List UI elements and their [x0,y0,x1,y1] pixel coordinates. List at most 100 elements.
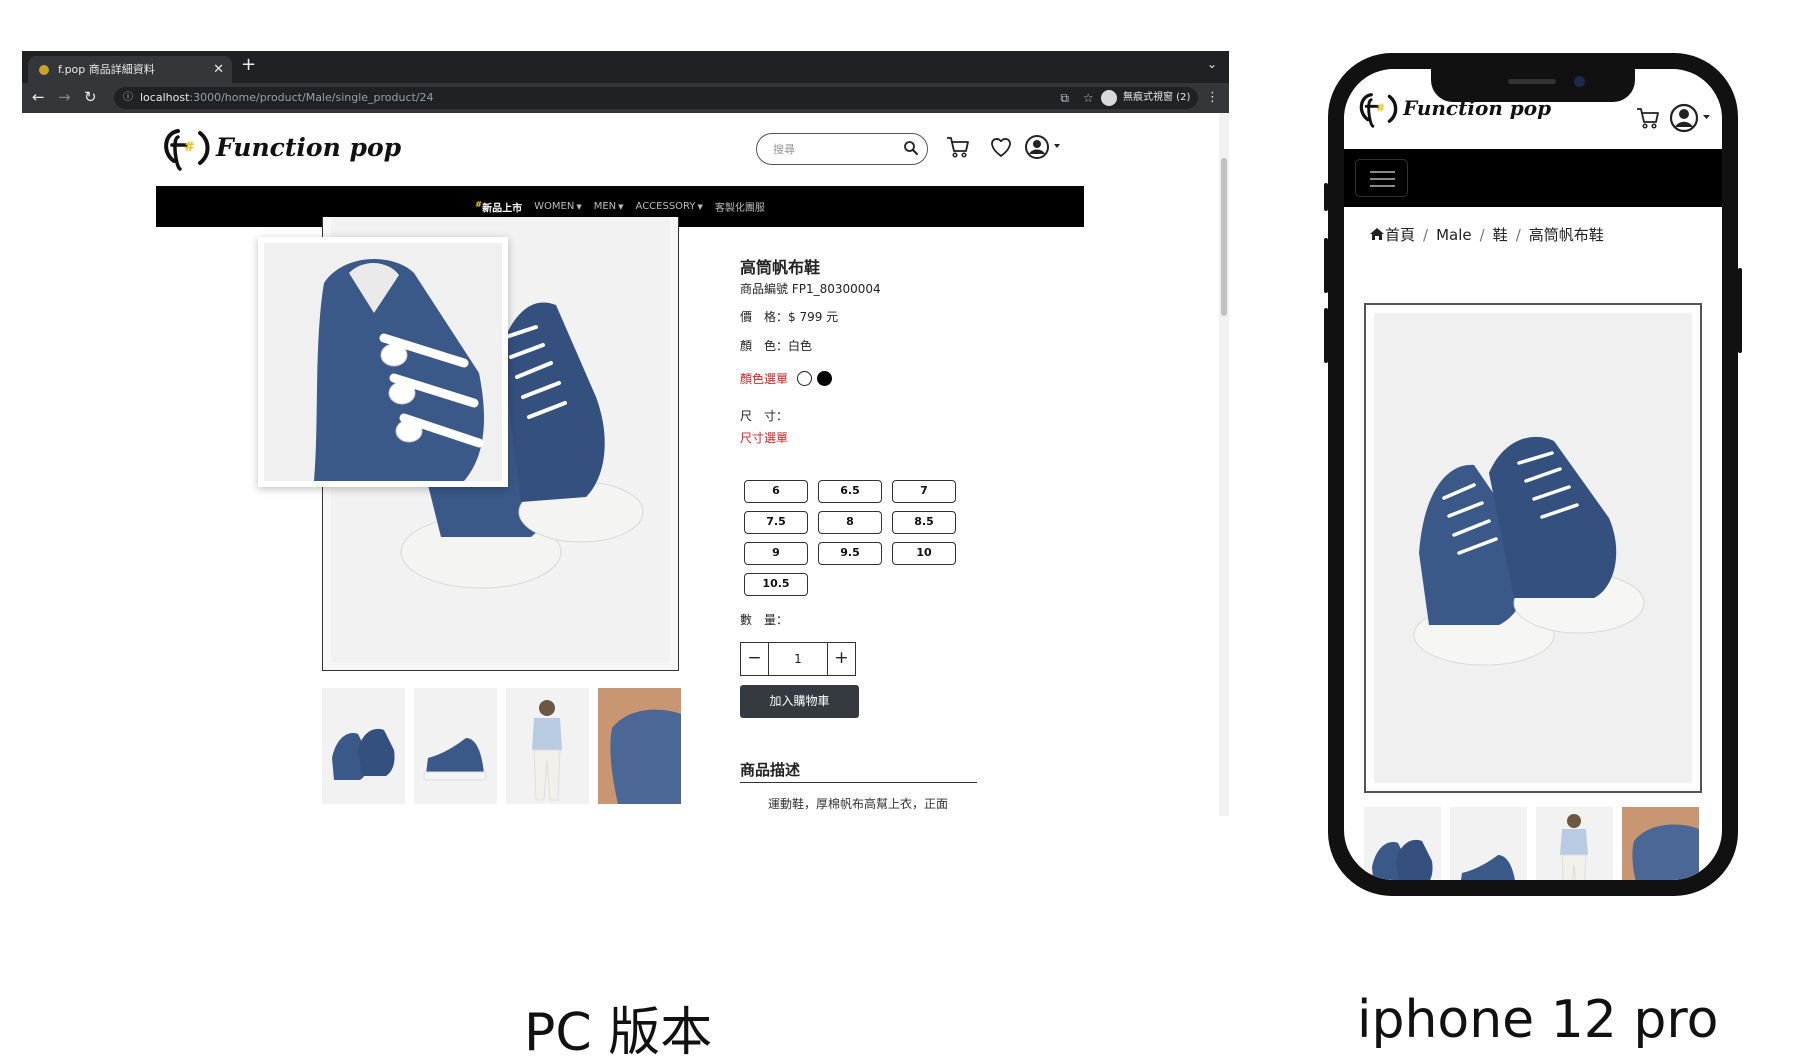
svg-text:#: # [184,140,195,155]
nav-women[interactable]: WOMEN ▼ [534,201,582,212]
product-title: 高筒帆布鞋 [740,258,821,277]
swatch-white[interactable] [796,371,812,386]
size-button[interactable]: 6.5 [818,480,882,503]
caret-down-icon: ▼ [576,203,582,211]
thumbnail-4[interactable] [598,688,681,804]
mobile-product-thumbnails [1364,807,1699,880]
thumbnail-image [532,700,562,801]
nav-men-label: MEN [593,201,617,212]
thumbnail-2[interactable] [414,688,497,804]
breadcrumb-item-male[interactable]: Male [1436,226,1472,244]
swatch-black[interactable] [816,371,832,386]
tab-title: f.pop 商品詳細資料 [58,63,155,76]
zoomed-photo [264,243,502,481]
nav-custom-uniform[interactable]: 客製化團服 [715,199,765,214]
nav-new-arrivals[interactable]: #新品上市 [475,199,522,214]
heart-icon[interactable] [988,134,1014,160]
product-code: 商品編號 FP1_80300004 [740,282,881,296]
mobile-thumbnail-3[interactable] [1536,807,1613,880]
quantity-label: 數 量： [740,613,789,627]
breadcrumb-separator: / [1423,225,1429,244]
decrement-button[interactable]: − [741,643,768,675]
color-select-row: 顏色選單 [740,370,832,387]
thumbnail-image [1372,839,1433,880]
size-button[interactable]: 6 [744,480,808,503]
hamburger-menu-button[interactable] [1355,159,1408,197]
color-select-label: 顏色選單 [740,372,789,386]
site-info-icon[interactable]: ⓘ [123,87,133,109]
size-button[interactable]: 9.5 [818,542,882,565]
translate-icon[interactable]: ⧉ [1060,87,1069,109]
thumbnail-image [423,738,487,781]
bookmark-star-icon[interactable]: ☆ [1083,87,1094,109]
mobile-thumbnail-4[interactable] [1622,807,1699,880]
breadcrumb-separator: / [1515,225,1521,244]
caption-pc: PC 版本 [524,1003,713,1063]
caret-down-icon: ▼ [618,203,624,211]
scroll-thumb[interactable] [1221,158,1227,316]
breadcrumb-home[interactable]: 首頁 [1369,224,1415,245]
caret-down-icon: ▼ [697,203,703,211]
iphone-mockup: # Function pop 首頁 / Male / 鞋 / 高筒帆布鞋 [1324,53,1742,896]
sneaker-zoom-image [314,259,484,481]
web-page: # Function pop 搜尋 #新品上市 WOMEN ▼ MEN ▼ AC… [22,113,1229,816]
url-path: :3000/home/product/Male/single_product/2… [189,91,434,104]
quantity-input[interactable]: 1 [768,643,828,675]
mobile-thumbnail-1[interactable] [1364,807,1441,880]
favicon-icon [39,65,49,75]
size-button[interactable]: 9 [744,542,808,565]
add-to-cart-button[interactable]: 加入購物車 [740,685,859,718]
size-label: 尺 寸： [740,409,789,423]
increment-button[interactable]: + [828,643,855,675]
size-button[interactable]: 8 [818,511,882,534]
page-scrollbar[interactable] [1219,113,1229,816]
logo-text: Function pop [216,132,402,162]
search-icon[interactable] [903,140,919,156]
site-logo[interactable]: # Function pop [156,123,401,171]
browser-menu-icon[interactable]: ⋮ [1206,90,1219,105]
sneaker-pair-image [1413,436,1645,666]
phone-power-button [1738,268,1742,353]
close-tab-icon[interactable]: ✕ [213,56,224,83]
nav-accessory-label: ACCESSORY [635,201,696,212]
nav-men[interactable]: MEN ▼ [594,201,624,212]
size-button[interactable]: 7 [892,480,956,503]
browser-tab[interactable]: f.pop 商品詳細資料 ✕ [28,56,232,83]
description-text: 運動鞋，厚棉帆布高幫上衣，正面 [768,797,949,811]
reload-icon[interactable]: ↻ [84,88,97,106]
size-button[interactable]: 10.5 [744,573,808,596]
size-button[interactable]: 8.5 [892,511,956,534]
back-arrow-icon[interactable]: ← [32,88,45,106]
breadcrumb-separator: / [1479,225,1485,244]
mobile-navbar [1344,149,1722,207]
url-host: localhost [140,91,190,104]
thumbnail-3[interactable] [506,688,589,804]
user-account-icon[interactable] [1670,103,1714,133]
address-bar[interactable]: ⓘ localhost:3000/home/product/Male/singl… [114,87,1159,109]
front-camera [1574,76,1585,87]
breadcrumb-item-shoes[interactable]: 鞋 [1493,224,1508,245]
forward-arrow-icon[interactable]: → [58,88,71,106]
hamburger-bar [1370,178,1395,180]
user-account-icon[interactable] [1024,134,1064,160]
cart-icon[interactable] [945,134,971,160]
search-input[interactable] [773,141,893,158]
mobile-product-photo [1374,313,1692,783]
mobile-product-main-image[interactable] [1364,303,1702,793]
size-button[interactable]: 10 [892,542,956,565]
size-button[interactable]: 7.5 [744,511,808,534]
incognito-badge[interactable]: 無痕式視窗 (2) [1097,87,1199,109]
thumbnail-1[interactable] [322,688,405,804]
tab-search-chevron-icon[interactable]: ⌄ [1207,57,1217,71]
new-tab-icon[interactable]: + [241,54,256,75]
thumbnail-image [1461,855,1515,880]
cart-icon[interactable] [1635,105,1661,131]
thumbnail-image [1622,807,1699,880]
breadcrumb-item-current: 高筒帆布鞋 [1528,226,1604,244]
browser-tab-bar: f.pop 商品詳細資料 ✕ + ⌄ [22,51,1229,83]
logo-mark-icon: # [164,129,210,171]
search-box[interactable] [756,133,928,165]
mobile-thumbnail-2[interactable] [1450,807,1527,880]
product-price: 價 格：$ 799 元 [740,310,839,324]
nav-accessory[interactable]: ACCESSORY ▼ [636,201,703,212]
